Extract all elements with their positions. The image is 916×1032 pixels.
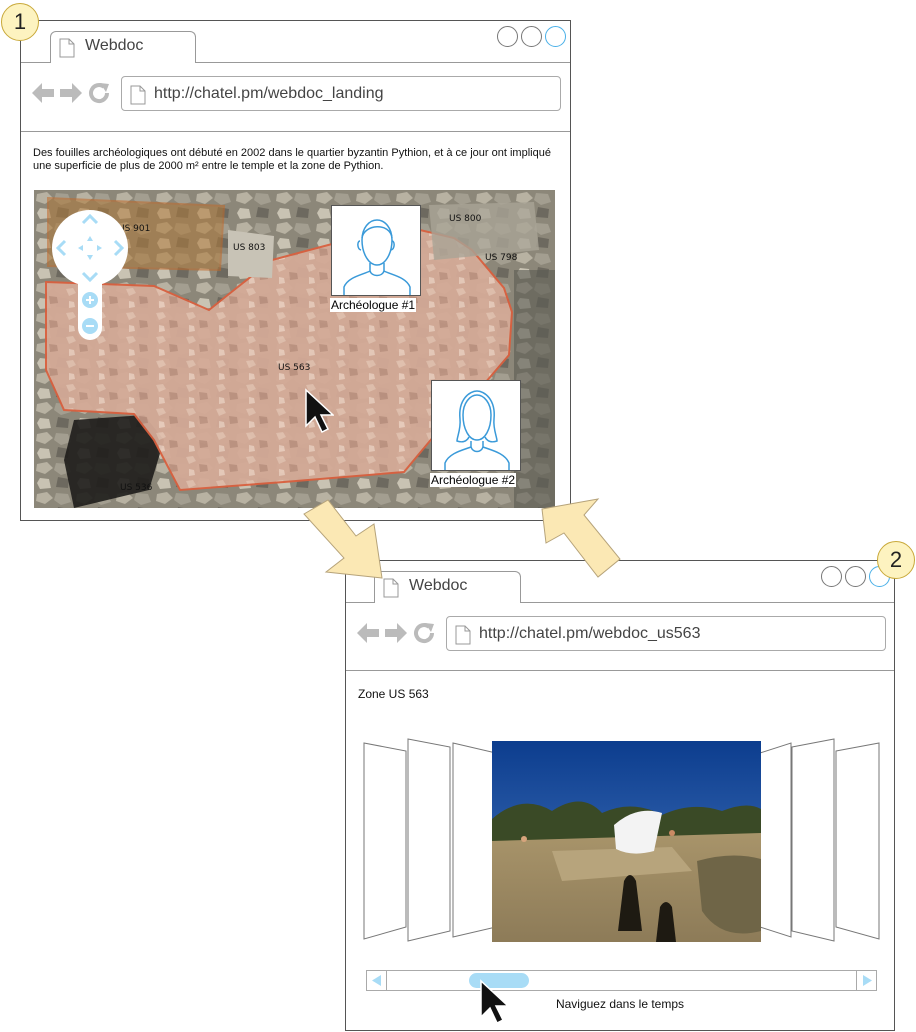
address-bar[interactable]: http://chatel.pm/webdoc_landing xyxy=(121,76,561,111)
coverflow-card-right-2 xyxy=(791,738,835,942)
step-badge-2: 2 xyxy=(877,541,915,579)
flow-arrow-to-window1 xyxy=(541,498,621,578)
zone-label-us536[interactable]: US 536 xyxy=(120,483,152,493)
forward-arrow-icon[interactable] xyxy=(384,621,408,650)
window-button-minimize[interactable] xyxy=(521,26,542,47)
window-button-close[interactable] xyxy=(821,566,842,587)
toolbar-divider xyxy=(346,670,894,671)
coverflow-card-right-3 xyxy=(835,742,880,940)
coverflow-card-left-3 xyxy=(452,742,497,938)
pan-center-icon xyxy=(75,233,105,268)
page-icon xyxy=(455,625,471,650)
excavation-map[interactable]: US 901 US 803 US 800 US 798 US 563 US 53… xyxy=(34,190,555,508)
intro-paragraph: Des fouilles archéologiques ont débuté e… xyxy=(33,147,551,172)
mouse-cursor-icon xyxy=(304,388,335,439)
reload-icon[interactable] xyxy=(412,621,436,650)
timeline-caption: Naviguez dans le temps xyxy=(555,997,685,1011)
document-icon xyxy=(59,38,75,63)
window-controls xyxy=(497,26,566,47)
step-badge-1: 1 xyxy=(1,3,39,41)
forward-arrow-icon[interactable] xyxy=(59,81,83,110)
woman-profile-icon xyxy=(431,380,521,471)
tab-title: Webdoc xyxy=(409,577,468,594)
zone-title: Zone US 563 xyxy=(358,687,429,701)
man-profile-icon xyxy=(331,205,421,296)
navigation-buttons xyxy=(356,621,436,650)
triangle-left-icon xyxy=(372,975,381,986)
timeline-slider[interactable] xyxy=(366,970,877,991)
url-text: http://chatel.pm/webdoc_us563 xyxy=(479,625,701,642)
address-bar[interactable]: http://chatel.pm/webdoc_us563 xyxy=(446,616,886,651)
window-button-maximize[interactable] xyxy=(545,26,566,47)
back-arrow-icon[interactable] xyxy=(31,81,55,110)
archeologist-profile-2[interactable]: Archéologue #2 xyxy=(430,380,521,495)
url-text: http://chatel.pm/webdoc_landing xyxy=(154,85,384,102)
map-navigation-control xyxy=(51,208,129,342)
excavation-photo[interactable] xyxy=(492,741,761,942)
triangle-right-icon xyxy=(863,975,872,986)
browser-window-us563: Webdoc http://chatel.pm/webdoc_us563 Zon… xyxy=(345,560,895,1031)
coverflow-card-left-2 xyxy=(407,738,451,942)
zoom-in-icon[interactable] xyxy=(82,292,98,313)
timeline-left-button[interactable] xyxy=(367,971,387,990)
profile-label-1: Archéologue #1 xyxy=(330,298,417,312)
timeline-right-button[interactable] xyxy=(856,971,876,990)
zone-label-us803[interactable]: US 803 xyxy=(233,243,265,253)
window-button-close[interactable] xyxy=(497,26,518,47)
zone-label-us798[interactable]: US 798 xyxy=(485,253,517,263)
coverflow-card-right-1 xyxy=(759,742,792,938)
mouse-cursor-icon xyxy=(479,979,510,1030)
flow-arrow-to-window2 xyxy=(303,499,383,579)
zoom-out-icon[interactable] xyxy=(82,318,98,339)
pan-left-icon[interactable] xyxy=(54,238,68,263)
back-arrow-icon[interactable] xyxy=(356,621,380,650)
window-button-minimize[interactable] xyxy=(845,566,866,587)
browser-tab[interactable]: Webdoc xyxy=(50,31,196,63)
pan-up-icon[interactable] xyxy=(80,212,100,231)
coverflow-card-left-1 xyxy=(363,742,407,940)
pan-down-icon[interactable] xyxy=(80,270,100,289)
zone-label-us563[interactable]: US 563 xyxy=(278,363,310,373)
profile-label-2: Archéologue #2 xyxy=(430,473,517,487)
page-icon xyxy=(130,85,146,110)
archeologist-profile-1[interactable]: Archéologue #1 xyxy=(330,205,421,320)
browser-window-landing: Webdoc http://chatel.pm/webdoc_landing D… xyxy=(20,20,571,521)
tab-title: Webdoc xyxy=(85,37,144,54)
zone-label-us800[interactable]: US 800 xyxy=(449,214,481,224)
reload-icon[interactable] xyxy=(87,81,111,110)
navigation-buttons xyxy=(31,81,111,110)
toolbar-divider xyxy=(21,131,570,132)
pan-right-icon[interactable] xyxy=(112,238,126,263)
